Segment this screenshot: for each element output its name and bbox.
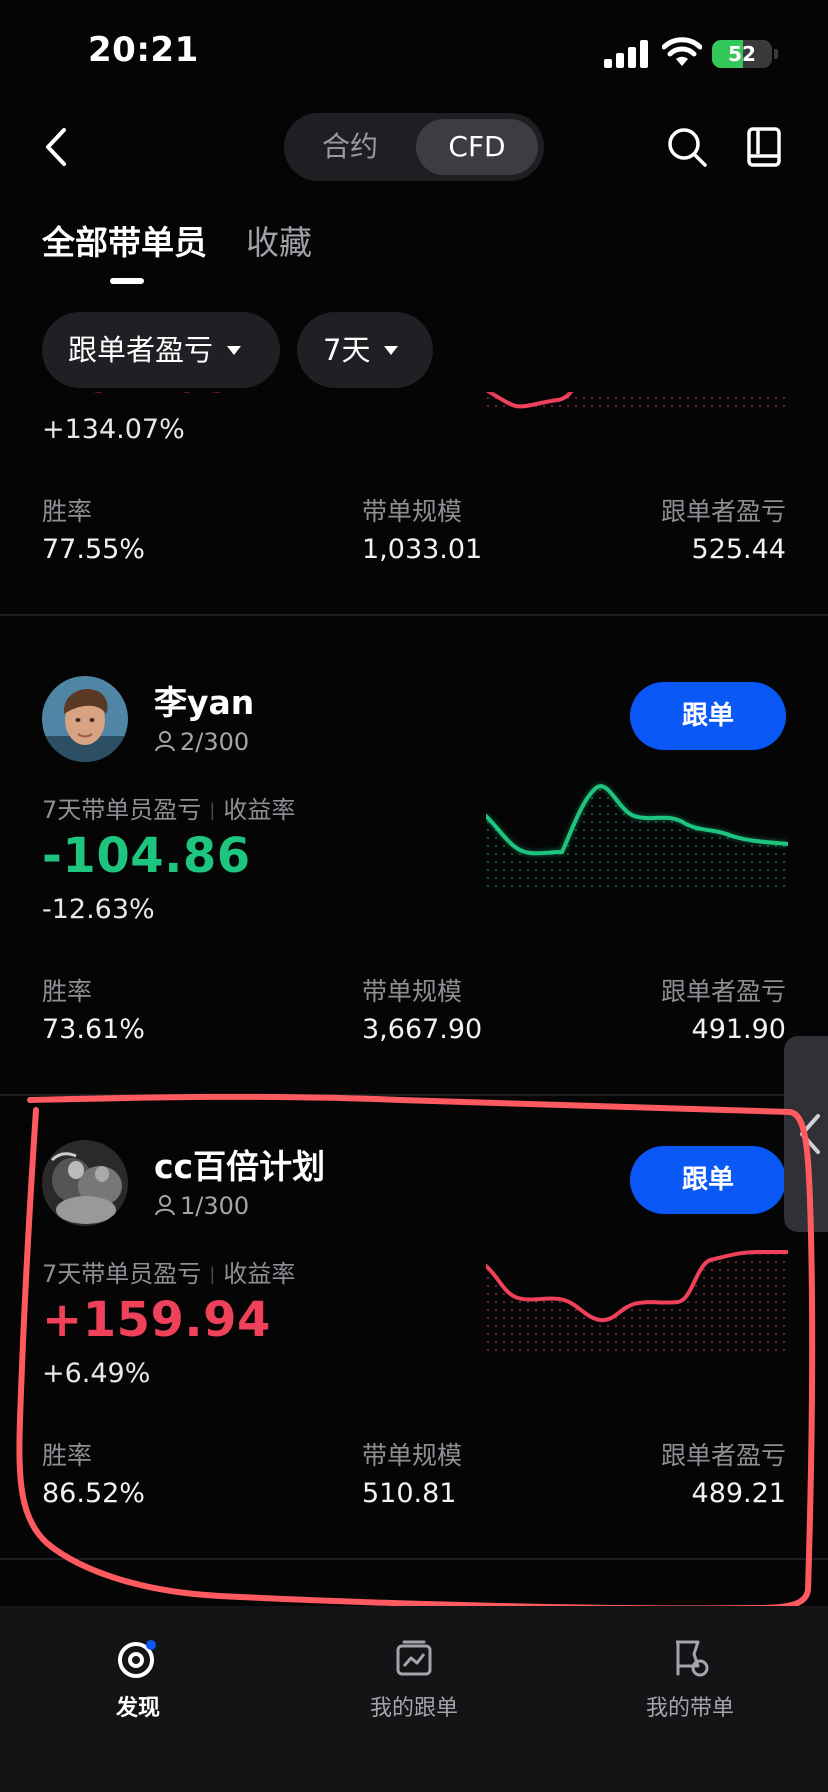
- nav-label: 我的带单: [645, 1696, 734, 1721]
- avatar-photo-icon: [42, 1140, 128, 1226]
- pnl-sparkline: [486, 1250, 788, 1356]
- nav-label: 发现: [115, 1696, 160, 1721]
- trader-name[interactable]: cc百倍计划: [154, 1140, 325, 1188]
- follower-count: 1/300: [154, 1192, 249, 1220]
- stat-scale-label: 带单规模: [362, 497, 463, 526]
- follower-count: 2/300: [154, 728, 249, 756]
- period-filter-label: 7天: [323, 333, 371, 367]
- trader-list[interactable]: +52.69 +134.07% 胜率77.55% 带单规模1,033.01 跟单…: [0, 392, 828, 1606]
- avatar[interactable]: [42, 1140, 128, 1226]
- stat-win-label: 胜率: [42, 977, 93, 1006]
- signal-icon: [604, 40, 648, 68]
- pnl-label: 7天带单员盈亏 | 收益率: [42, 790, 295, 825]
- stat-win-rate: 73.61%: [42, 1014, 145, 1045]
- caret-down-icon: [384, 345, 399, 355]
- card-divider: [0, 1558, 828, 1560]
- segment-contract[interactable]: 合约: [290, 119, 410, 175]
- label-separator: |: [209, 800, 216, 821]
- person-icon: [155, 731, 175, 752]
- stat-follower-pnl-label: 跟单者盈亏: [660, 497, 786, 526]
- side-drawer-handle[interactable]: [784, 1036, 828, 1232]
- avatar[interactable]: [42, 676, 128, 762]
- nav-discover[interactable]: 发现: [38, 1636, 238, 1722]
- sort-filter[interactable]: 跟单者盈亏: [42, 312, 280, 388]
- pnl-rate: +6.49%: [42, 1358, 151, 1389]
- my-lead-icon: [676, 1640, 709, 1677]
- battery-icon: 52: [712, 40, 772, 68]
- trader-card[interactable]: cc百倍计划 1/300 跟单 7天带单员盈亏 | 收益率 +159.94 +6.4…: [0, 1096, 828, 1560]
- tab-all-leaders[interactable]: 全部带单员: [42, 216, 207, 264]
- pnl-value: +159.94: [42, 1292, 271, 1348]
- pnl-sparkline: [486, 783, 788, 892]
- rate-label-text: 收益率: [223, 796, 296, 824]
- avatar-portrait-icon: [42, 676, 128, 762]
- caret-down-icon: [227, 345, 242, 355]
- rate-label-text: 收益率: [223, 1260, 296, 1288]
- pnl-label-text: 7天带单员盈亏: [42, 1260, 202, 1288]
- stat-win-rate: 77.55%: [42, 534, 145, 565]
- discover-icon: [118, 1640, 156, 1678]
- stat-follower-pnl-label: 跟单者盈亏: [660, 1441, 786, 1470]
- pnl-rate: -12.63%: [42, 894, 155, 925]
- stat-scale: 1,033.01: [362, 534, 483, 565]
- trader-name[interactable]: 李yan: [154, 676, 254, 724]
- person-icon: [155, 1195, 175, 1216]
- stat-win-rate: 86.52%: [42, 1478, 145, 1509]
- battery-cap: [774, 49, 778, 59]
- card-divider: [0, 614, 828, 616]
- stat-scale: 3,667.90: [362, 1014, 483, 1045]
- wifi-icon: [662, 37, 702, 66]
- my-copy-icon: [396, 1640, 432, 1676]
- follow-button[interactable]: 跟单: [630, 682, 786, 750]
- trader-card[interactable]: 李yan 2/300 跟单 7天带单员盈亏 | 收益率 -104.86 -12.63…: [0, 632, 828, 1096]
- pnl-rate: +134.07%: [42, 414, 185, 445]
- status-time: 20:21: [88, 30, 199, 70]
- stat-scale-label: 带单规模: [362, 977, 463, 1006]
- label-separator: |: [209, 1264, 216, 1285]
- follower-count-text: 1/300: [180, 1192, 250, 1220]
- nav-label: 我的跟单: [369, 1696, 458, 1721]
- pnl-label-text: 7天带单员盈亏: [42, 796, 202, 824]
- market-segmented-control: 合约 CFD: [284, 113, 544, 181]
- stat-follower-pnl: 525.44: [691, 534, 786, 565]
- tab-favorites[interactable]: 收藏: [246, 216, 312, 264]
- guide-book-icon[interactable]: [746, 126, 782, 168]
- pnl-value: -104.86: [42, 828, 251, 884]
- stat-scale-label: 带单规模: [362, 1441, 463, 1470]
- sort-filter-label: 跟单者盈亏: [68, 333, 214, 367]
- stat-scale: 510.81: [362, 1478, 457, 1509]
- stat-follower-pnl-label: 跟单者盈亏: [660, 977, 786, 1006]
- stat-win-label: 胜率: [42, 497, 93, 526]
- stat-follower-pnl: 491.90: [691, 1014, 786, 1045]
- bottom-nav: 发现 我的跟单 我的带单: [0, 1606, 828, 1792]
- stat-win-label: 胜率: [42, 1441, 93, 1470]
- active-tab-indicator: [110, 278, 144, 284]
- battery-level: 52: [728, 42, 756, 66]
- search-icon[interactable]: [666, 126, 708, 168]
- follower-count-text: 2/300: [180, 728, 250, 756]
- stat-follower-pnl: 489.21: [691, 1478, 786, 1509]
- follow-button[interactable]: 跟单: [630, 1146, 786, 1214]
- trader-card[interactable]: +52.69 +134.07% 胜率77.55% 带单规模1,033.01 跟单…: [0, 392, 828, 616]
- back-icon[interactable]: [36, 124, 76, 170]
- nav-my-copy[interactable]: 我的跟单: [314, 1636, 514, 1722]
- segment-cfd[interactable]: CFD: [416, 119, 538, 175]
- nav-my-lead[interactable]: 我的带单: [590, 1636, 790, 1722]
- pnl-label: 7天带单员盈亏 | 收益率: [42, 1254, 295, 1289]
- chevron-left-icon: [800, 1114, 820, 1154]
- period-filter[interactable]: 7天: [297, 312, 433, 388]
